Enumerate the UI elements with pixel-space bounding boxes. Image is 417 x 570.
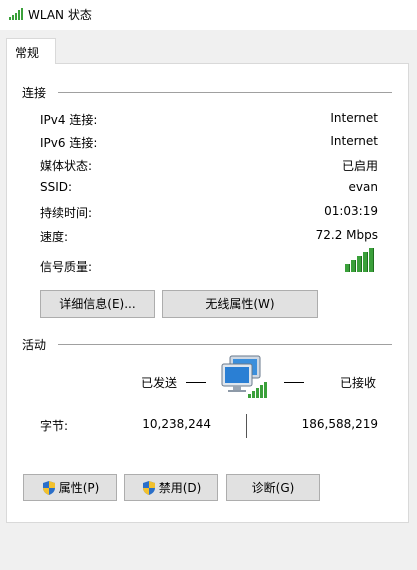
properties-button[interactable]: 属性(P)	[23, 474, 117, 501]
network-computers-icon	[221, 355, 267, 398]
received-dash	[284, 382, 304, 383]
sent-label: 已发送	[141, 376, 178, 390]
bytes-sent-value: 10,238,244	[142, 417, 211, 431]
activity-divider	[58, 344, 392, 345]
wifi-signal-icon	[9, 8, 23, 20]
disable-label: 禁用(D)	[158, 481, 202, 495]
tab-general-label: 常规	[15, 46, 40, 60]
window-title: WLAN 状态	[28, 8, 92, 22]
ssid-label: SSID:	[40, 180, 73, 194]
bytes-received-value: 186,588,219	[301, 417, 378, 431]
media-state-value: 已启用	[341, 159, 378, 173]
title-bar: WLAN 状态	[0, 0, 417, 30]
media-state-label: 媒体状态:	[40, 159, 93, 173]
ipv4-value: Internet	[330, 111, 378, 125]
connection-divider	[58, 92, 392, 93]
ipv6-label: IPv6 连接:	[40, 136, 98, 150]
signal-quality-label: 信号质量:	[40, 260, 93, 274]
activity-heading: 活动	[22, 336, 47, 353]
diagnose-button[interactable]: 诊断(G)	[226, 474, 320, 501]
signal-strength-icon	[345, 246, 375, 272]
connection-heading: 连接	[22, 84, 47, 101]
duration-value: 01:03:19	[324, 204, 378, 218]
details-button[interactable]: 详细信息(E)...	[40, 290, 155, 318]
signal-bar	[351, 260, 356, 272]
wireless-properties-button[interactable]: 无线属性(W)	[162, 290, 318, 318]
uac-shield-icon	[42, 481, 55, 495]
signal-bar	[369, 248, 374, 272]
signal-bar	[345, 264, 350, 272]
duration-label: 持续时间:	[40, 206, 93, 220]
signal-bar	[357, 256, 362, 272]
ssid-value: evan	[348, 180, 378, 194]
ipv6-value: Internet	[330, 134, 378, 148]
bytes-label: 字节:	[40, 419, 69, 433]
properties-label: 属性(P)	[58, 481, 100, 495]
received-label: 已接收	[340, 376, 377, 390]
uac-shield-icon	[142, 481, 155, 495]
ipv4-label: IPv4 连接:	[40, 113, 98, 127]
speed-value: 72.2 Mbps	[315, 228, 378, 242]
bytes-separator	[246, 414, 247, 438]
speed-label: 速度:	[40, 230, 69, 244]
tab-general[interactable]: 常规	[6, 38, 56, 64]
disable-button[interactable]: 禁用(D)	[124, 474, 218, 501]
sent-dash	[186, 382, 206, 383]
signal-bar	[363, 252, 368, 272]
